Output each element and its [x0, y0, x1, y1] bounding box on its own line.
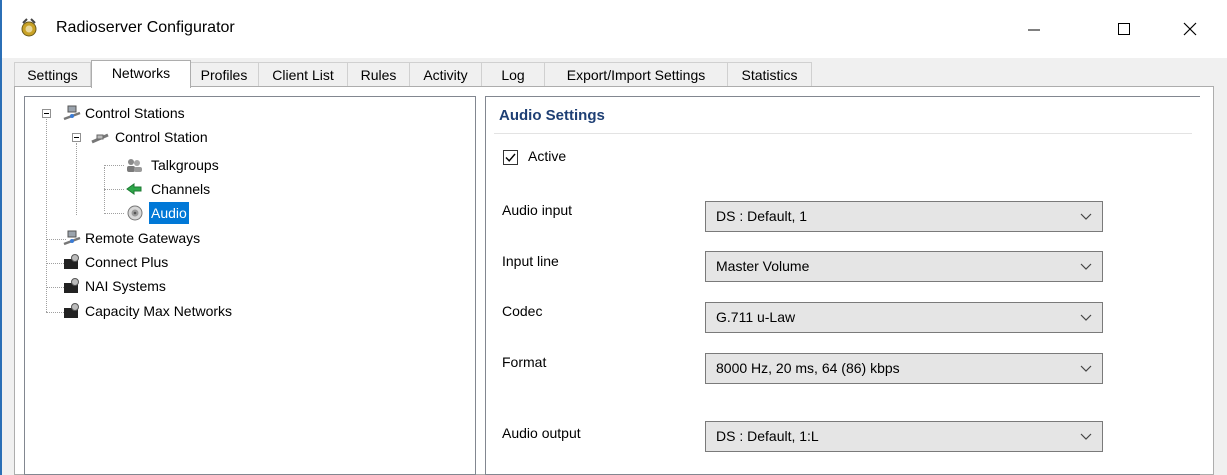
audio-input-select[interactable]: DS : Default, 1 [705, 201, 1103, 232]
audio-input-label: Audio input [502, 202, 573, 218]
tree-item-control-stations[interactable]: Control Stations [63, 102, 263, 124]
server-icon [64, 254, 79, 269]
chevron-down-icon [1080, 213, 1092, 220]
app-window: Radioserver Configurator Settings Networ… [0, 0, 1227, 475]
app-logo-icon [21, 18, 37, 37]
network-tree[interactable]: Control Stations Control Station Talkgro… [24, 96, 476, 475]
tree-item-audio[interactable]: Audio [125, 202, 325, 224]
tree-item-label: Audio [149, 202, 189, 224]
tree-item-label: Control Station [115, 129, 208, 145]
tree-item-label: Channels [151, 181, 211, 197]
talkgroups-icon [127, 159, 142, 172]
chevron-down-icon [1080, 365, 1092, 372]
channels-icon [126, 183, 142, 195]
radio-icon [91, 133, 109, 144]
window-title: Radioserver Configurator [56, 19, 235, 36]
tree-item-capacity-max-networks[interactable]: Capacity Max Networks [63, 300, 323, 322]
maximize-button[interactable] [1101, 12, 1147, 46]
network-icon [63, 105, 81, 121]
audio-output-select[interactable]: DS : Default, 1:L [705, 421, 1103, 452]
tree-line [76, 143, 77, 215]
tree-item-label: NAI Systems [85, 278, 166, 294]
tree-line [104, 213, 124, 214]
tree-line [46, 117, 47, 312]
tree-item-control-station[interactable]: Control Station [91, 126, 291, 148]
input-line-select[interactable]: Master Volume [705, 251, 1103, 282]
network-icon [63, 230, 81, 246]
input-line-label: Input line [502, 253, 559, 269]
tree-item-talkgroups[interactable]: Talkgroups [125, 154, 325, 176]
server-icon [64, 278, 79, 293]
codec-label: Codec [502, 303, 543, 319]
active-checkbox[interactable] [503, 150, 518, 165]
minimize-icon [1028, 29, 1040, 31]
close-button[interactable] [1167, 12, 1213, 46]
collapse-toggle[interactable] [72, 133, 81, 142]
minimize-button[interactable] [1011, 12, 1057, 46]
tab-settings[interactable]: Settings [14, 62, 91, 87]
server-icon [64, 303, 79, 318]
close-icon [1183, 22, 1197, 36]
format-label: Format [502, 354, 547, 370]
section-title: Audio Settings [499, 107, 605, 124]
tab-statistics[interactable]: Statistics [727, 62, 812, 87]
chevron-down-icon [1080, 433, 1092, 440]
tab-bar: Settings Networks Profiles Client List R… [14, 60, 1214, 88]
chevron-down-icon [1080, 314, 1092, 321]
section-divider [494, 133, 1192, 134]
tab-log[interactable]: Log [481, 62, 545, 87]
codec-select[interactable]: G.711 u-Law [705, 302, 1103, 333]
checkmark-icon [505, 153, 516, 162]
tab-activity[interactable]: Activity [409, 62, 482, 87]
tab-profiles[interactable]: Profiles [189, 62, 259, 87]
tree-item-remote-gateways[interactable]: Remote Gateways [63, 227, 283, 249]
tree-line [104, 165, 124, 166]
tab-export-import-settings[interactable]: Export/Import Settings [544, 62, 728, 87]
audio-output-value: DS : Default, 1:L [716, 428, 819, 444]
tree-item-label: Talkgroups [151, 157, 219, 173]
tab-networks[interactable]: Networks [91, 60, 191, 88]
tab-rules[interactable]: Rules [347, 62, 410, 87]
maximize-icon [1118, 23, 1130, 35]
format-select[interactable]: 8000 Hz, 20 ms, 64 (86) kbps [705, 353, 1103, 384]
tree-item-label: Remote Gateways [85, 230, 201, 246]
tab-client-list[interactable]: Client List [258, 62, 348, 87]
active-label: Active [528, 148, 567, 164]
tree-item-label: Control Stations [85, 105, 185, 121]
format-value: 8000 Hz, 20 ms, 64 (86) kbps [716, 360, 900, 376]
input-line-value: Master Volume [716, 258, 810, 274]
speaker-icon [127, 205, 143, 221]
tree-item-channels[interactable]: Channels [125, 178, 325, 200]
audio-output-label: Audio output [502, 425, 581, 441]
chevron-down-icon [1080, 263, 1092, 270]
audio-input-value: DS : Default, 1 [716, 208, 808, 224]
tree-item-nai-systems[interactable]: NAI Systems [63, 275, 283, 297]
tree-item-label: Capacity Max Networks [85, 303, 233, 319]
title-bar: Radioserver Configurator [2, 0, 1227, 58]
tree-item-connect-plus[interactable]: Connect Plus [63, 251, 283, 273]
codec-value: G.711 u-Law [716, 309, 796, 325]
tree-line [104, 189, 124, 190]
audio-settings-panel: Audio Settings Active Audio input DS : D… [485, 96, 1200, 475]
tree-item-label: Connect Plus [85, 254, 169, 270]
collapse-toggle[interactable] [42, 109, 51, 118]
